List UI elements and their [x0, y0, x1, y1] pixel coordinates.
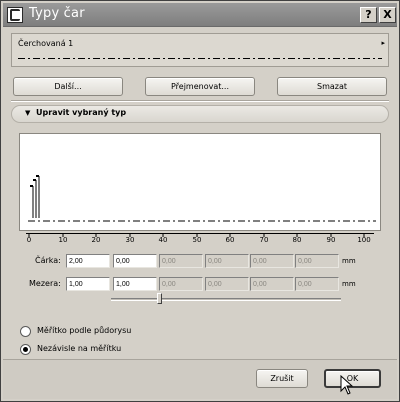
gap-length-5-input [250, 277, 294, 291]
dash-length-2-input[interactable] [113, 254, 157, 268]
scroll-slider-track[interactable] [111, 298, 341, 301]
line-types-dialog: Typy čar ? X Čerchovaná 1 ▸ Další... Pře… [0, 0, 400, 402]
scroll-slider-thumb[interactable] [157, 293, 162, 304]
dash-unit-label: mm [342, 257, 356, 265]
dash-length-1-input[interactable] [66, 254, 110, 268]
mm-ruler: 0 10 20 30 40 50 60 70 80 90 100 [19, 233, 381, 247]
gap-unit-label: mm [342, 280, 356, 288]
dash-length-5-input [250, 254, 294, 268]
ruler-label: 0 [26, 236, 32, 244]
gap-length-6-input [295, 277, 339, 291]
line-preview-drawing [28, 175, 376, 222]
ruler-label: 100 [357, 236, 371, 244]
dash-row-label: Čárka: [35, 256, 61, 265]
gap-length-4-input [205, 277, 249, 291]
chevron-right-icon: ▸ [381, 39, 385, 47]
dash-length-3-input [159, 254, 203, 268]
edit-section-label: Upravit vybraný typ [36, 108, 127, 117]
dash-handles[interactable] [30, 175, 40, 218]
title-bar[interactable]: Typy čar ? X [3, 3, 397, 27]
gap-length-2-input[interactable] [113, 277, 157, 291]
line-type-pattern-preview [18, 58, 382, 59]
line-type-selector[interactable]: Čerchovaná 1 ▸ [11, 33, 389, 67]
dialog-title: Typy čar [29, 6, 85, 21]
line-preview-canvas [19, 133, 381, 231]
line-type-name: Čerchovaná 1 [18, 39, 74, 48]
delete-button[interactable]: Smazat [277, 77, 387, 96]
mouse-pointer-icon [340, 375, 354, 395]
edit-section-header[interactable]: ▼ Upravit vybraný typ [11, 105, 389, 123]
ruler-label: 20 [91, 236, 101, 244]
cancel-button[interactable]: Zrušit [256, 369, 308, 388]
rename-button[interactable]: Přejmenovat... [145, 77, 255, 96]
next-button[interactable]: Další... [13, 77, 123, 96]
ruler-label: 10 [58, 236, 68, 244]
ruler-label: 60 [225, 236, 235, 244]
independent-scale-radio[interactable] [20, 344, 31, 355]
scale-by-plan-radio[interactable] [20, 326, 31, 337]
close-button[interactable]: X [379, 7, 396, 23]
help-button[interactable]: ? [360, 7, 377, 23]
ruler-label: 40 [158, 236, 168, 244]
ruler-label: 50 [192, 236, 202, 244]
ruler-label: 70 [259, 236, 269, 244]
app-hand-icon [7, 7, 23, 23]
gap-row-label: Mezera: [29, 279, 61, 288]
ruler-label: 80 [292, 236, 302, 244]
ruler-label: 90 [326, 236, 336, 244]
scale-by-plan-label[interactable]: Měřítko podle půdorysu [37, 326, 131, 335]
dash-length-4-input [205, 254, 249, 268]
dash-length-6-input [295, 254, 339, 268]
gap-length-3-input [159, 277, 203, 291]
ruler-label: 30 [125, 236, 135, 244]
gap-length-1-input[interactable] [66, 277, 110, 291]
independent-scale-label[interactable]: Nezávisle na měřítku [37, 344, 121, 353]
separator [11, 100, 389, 102]
triangle-down-icon: ▼ [25, 109, 31, 117]
